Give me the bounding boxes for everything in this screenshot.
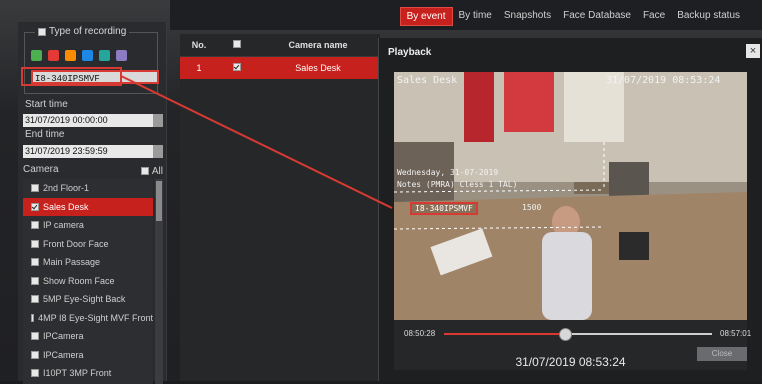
camera-checkbox[interactable]: [31, 369, 39, 378]
results-table: No. Camera name 1 Sales Desk: [180, 34, 380, 381]
tab-face[interactable]: Face: [637, 7, 671, 26]
event-recording-icon[interactable]: [82, 50, 93, 61]
recording-type-label: Type of recording: [49, 26, 127, 37]
camera-checkbox[interactable]: [31, 202, 39, 211]
end-time-field[interactable]: 31/07/2019 23:59:59: [23, 145, 163, 158]
recording-type-group: Type of recording I8-340IPSMVF: [24, 26, 159, 94]
tab-snapshots[interactable]: Snapshots: [498, 7, 557, 26]
close-button[interactable]: Close: [697, 347, 747, 361]
camera-label: 4MP I8 Eye-Sight MVF Front: [38, 312, 153, 323]
top-tab-bar: By event By time Snapshots Face Database Fac…: [170, 0, 762, 30]
tab-face-database[interactable]: Face Database: [557, 7, 637, 26]
camera-checkbox[interactable]: [31, 276, 39, 285]
end-time-value: 31/07/2019 23:59:59: [25, 146, 108, 156]
timeline-knob[interactable]: [558, 328, 572, 341]
playback-dialog: Playback × Sales Desk 31/07/2019 08:53:2…: [378, 38, 762, 381]
start-time-value: 31/07/2019 00:00:00: [25, 115, 108, 125]
alarm-recording-icon[interactable]: [48, 50, 59, 61]
camera-label: 5MP Eye-Sight Back: [43, 294, 126, 305]
playback-timeline: 08:50:28 08:57:01 31/07/2019 08:53:24: [394, 320, 751, 370]
select-all-checkbox[interactable]: [140, 167, 149, 175]
camera-label: IPCamera: [43, 349, 84, 360]
camera-checkbox[interactable]: [31, 258, 39, 267]
motion-recording-icon[interactable]: [65, 50, 76, 61]
camera-list-item[interactable]: Show Room Face: [23, 272, 153, 291]
calendar-icon[interactable]: [153, 145, 163, 158]
end-time-label: End time: [25, 129, 65, 140]
recording-type-header: Type of recording: [35, 26, 130, 37]
camera-label: Sales Desk: [43, 201, 89, 212]
tab-backup-status[interactable]: Backup status: [671, 7, 746, 26]
camera-label: Front Door Face: [43, 238, 109, 249]
table-row[interactable]: 1 Sales Desk: [180, 57, 380, 79]
camera-label: Show Room Face: [43, 275, 115, 286]
timeline-end: 08:57:01: [720, 329, 752, 338]
osd-device-id: I8-340IPSMVF: [410, 202, 478, 215]
camera-checkbox[interactable]: [31, 332, 39, 341]
camera-list-item[interactable]: 2nd Floor-1: [23, 179, 153, 198]
row-camera-name: Sales Desk: [295, 63, 341, 73]
col-no: No.: [191, 40, 207, 50]
camera-label: Main Passage: [43, 257, 101, 268]
camera-list-item[interactable]: 4MP I8 Eye-Sight MVF Front: [23, 309, 153, 328]
recording-type-checkbox[interactable]: [38, 27, 46, 36]
camera-checkbox[interactable]: [31, 295, 39, 304]
camera-label: Camera: [23, 164, 59, 175]
camera-checkbox[interactable]: [31, 239, 39, 248]
timeline-progress: [444, 333, 565, 335]
camera-list-item[interactable]: Front Door Face: [23, 235, 153, 254]
camera-list: 2nd Floor-1 Sales Desk IP camera Front Door…: [23, 179, 153, 384]
close-icon[interactable]: ×: [746, 44, 760, 58]
camera-list-item[interactable]: IPCamera: [23, 327, 153, 346]
camera-list-scrollbar[interactable]: [155, 179, 163, 384]
camera-list-item[interactable]: Main Passage: [23, 253, 153, 272]
camera-checkbox[interactable]: [31, 184, 39, 193]
camera-header: Camera All: [23, 164, 163, 178]
select-all[interactable]: All: [140, 164, 163, 178]
camera-list-item[interactable]: Sales Desk: [23, 197, 153, 216]
camera-checkbox[interactable]: [31, 313, 35, 322]
col-camera-name: Camera name: [288, 40, 348, 50]
osd-line-1: Wednesday, 31-07-2019: [397, 168, 499, 177]
calendar-icon[interactable]: [153, 114, 163, 127]
camera-list-item[interactable]: I10PT 3MP Front: [23, 364, 153, 383]
row-checkbox[interactable]: [218, 63, 256, 73]
dialog-title: Playback: [388, 47, 432, 58]
recording-type-icons: [31, 50, 127, 61]
osd-line-2: Notes (PMRA) Cless 1 TAL): [397, 180, 518, 189]
camera-label: 2nd Floor-1: [43, 183, 90, 194]
timeline-track[interactable]: [444, 328, 712, 341]
camera-checkbox[interactable]: [31, 350, 39, 359]
face-recording-icon[interactable]: [116, 50, 127, 61]
camera-checkbox[interactable]: [31, 221, 39, 230]
camera-label: I10PT 3MP Front: [43, 368, 112, 379]
osd-number: 1500: [522, 203, 542, 212]
smart-recording-icon[interactable]: [99, 50, 110, 61]
start-time-field[interactable]: 31/07/2019 00:00:00: [23, 114, 163, 127]
camera-list-item[interactable]: IPCamera: [23, 346, 153, 365]
tab-by-event[interactable]: By event: [399, 7, 453, 26]
col-select[interactable]: [218, 40, 256, 50]
osd-camera-name: Sales Desk: [397, 75, 458, 86]
scrollbar-thumb[interactable]: [156, 181, 162, 221]
camera-label: IPCamera: [43, 331, 84, 342]
osd-datetime: 31/07/2019 08:53:24: [606, 75, 721, 86]
camera-label: IP camera: [43, 220, 84, 231]
search-mode-tabs: By event By time Snapshots Face Database Fac…: [399, 7, 746, 26]
camera-list-item[interactable]: IP camera: [23, 216, 153, 235]
all-label: All: [151, 165, 163, 177]
device-select[interactable]: I8-340IPSMVF: [31, 70, 159, 84]
tab-by-time[interactable]: By time: [453, 7, 498, 26]
current-time: 31/07/2019 08:53:24: [515, 355, 626, 369]
row-no: 1: [196, 63, 202, 73]
video-frame[interactable]: Sales Desk 31/07/2019 08:53:24 Wednesday…: [394, 72, 747, 320]
camera-list-item[interactable]: 5MP Eye-Sight Back: [23, 290, 153, 309]
table-header: No. Camera name: [180, 34, 380, 57]
start-time-label: Start time: [25, 99, 68, 110]
normal-recording-icon[interactable]: [31, 50, 42, 61]
video-scene: [394, 72, 747, 320]
timeline-start: 08:50:28: [404, 329, 436, 338]
filter-panel: Type of recording I8-340IPSMVF Start tim…: [18, 22, 167, 384]
